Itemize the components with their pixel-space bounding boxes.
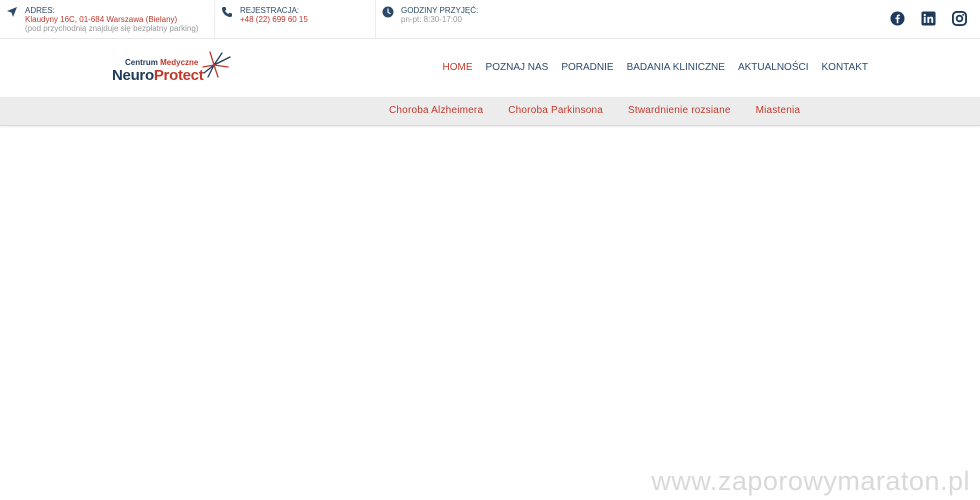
- registration-block: REJESTRACJA: +48 (22) 699 60 15: [215, 0, 376, 38]
- linkedin-icon[interactable]: [921, 11, 936, 26]
- registration-label: REJESTRACJA:: [240, 6, 300, 15]
- hours-block: GODZINY PRZYJĘĆ: pn-pt: 8:30-17:00: [376, 0, 576, 38]
- subnav-stwardnienie[interactable]: Stwardnienie rozsiane: [628, 105, 731, 116]
- address-block: ADRES: Klaudyny 16C, 01-684 Warszawa (Bi…: [0, 0, 215, 38]
- subnav-parkinson[interactable]: Choroba Parkinsona: [508, 105, 603, 116]
- logo-tagline: Centrum Medyczne: [125, 58, 199, 67]
- diseases-subnav: Choroba Alzheimera Choroba Parkinsona St…: [0, 97, 980, 126]
- phone-icon: [222, 7, 232, 17]
- subnav-miastenia[interactable]: Miastenia: [756, 105, 801, 116]
- registration-phone[interactable]: +48 (22) 699 60 15: [240, 15, 308, 24]
- location-arrow-icon: [7, 7, 17, 17]
- address-value: Klaudyny 16C, 01-684 Warszawa (Bielany): [25, 15, 178, 24]
- clock-icon: [382, 6, 394, 18]
- watermark: www.zaporowymaraton.pl: [651, 466, 970, 496]
- neuron-logo-icon: [202, 51, 231, 78]
- hours-value: pn-pt: 8:30-17:00: [401, 15, 462, 24]
- site-header: Centrum Medyczne NeuroProtect HOME POZNA…: [0, 39, 980, 97]
- hours-label: GODZINY PRZYJĘĆ:: [401, 6, 479, 15]
- instagram-icon[interactable]: [952, 11, 967, 26]
- top-info-bar: ADRES: Klaudyny 16C, 01-684 Warszawa (Bi…: [0, 0, 980, 39]
- nav-poznaj-nas[interactable]: POZNAJ NAS: [486, 62, 549, 73]
- neuroprotect-logo[interactable]: Centrum Medyczne NeuroProtect: [110, 51, 235, 87]
- main-nav: HOME POZNAJ NAS PORADNIE BADANIA KLINICZ…: [430, 62, 868, 73]
- parking-note: (pod przychodnią znajduje się bezpłatny …: [25, 24, 199, 33]
- nav-aktualnosci[interactable]: AKTUALNOŚCI: [738, 62, 809, 73]
- nav-badania-kliniczne[interactable]: BADANIA KLINICZNE: [627, 62, 725, 73]
- logo-wordmark: NeuroProtect: [112, 67, 204, 84]
- nav-poradnie[interactable]: PORADNIE: [561, 62, 613, 73]
- nav-kontakt[interactable]: KONTAKT: [822, 62, 868, 73]
- facebook-icon[interactable]: [890, 11, 905, 26]
- subnav-alzheimer[interactable]: Choroba Alzheimera: [389, 105, 483, 116]
- address-label: ADRES:: [25, 6, 55, 15]
- nav-home[interactable]: HOME: [443, 62, 473, 73]
